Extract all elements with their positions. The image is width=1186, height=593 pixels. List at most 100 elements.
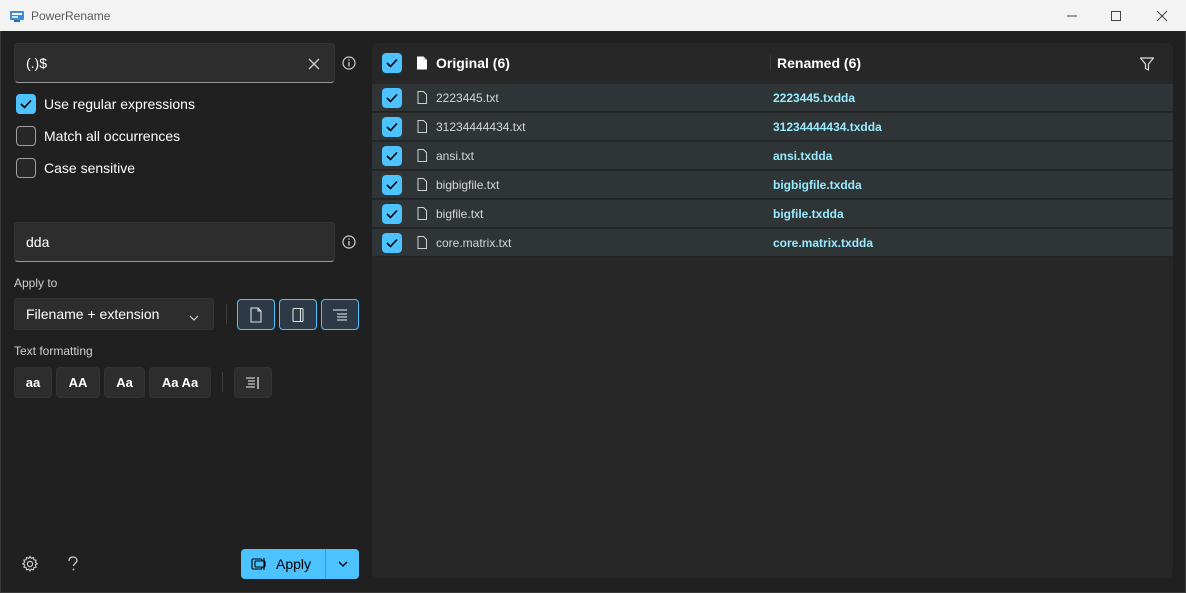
renamed-filename: ansi.txdda [773,149,833,163]
table-row[interactable]: bigbigfile.txt bigbigfile.txdda [372,171,1173,199]
table-row[interactable]: bigfile.txt bigfile.txdda [372,200,1173,228]
exclude-files-toggle[interactable] [237,299,275,330]
original-filename: core.matrix.txt [436,236,512,250]
checkmark-icon [386,209,398,219]
row-checkbox[interactable] [382,233,402,253]
rename-icon [251,558,266,570]
apply-to-dropdown[interactable]: Filename + extension [14,298,214,330]
row-checkbox[interactable] [382,146,402,166]
apply-to-selected: Filename + extension [26,306,160,322]
original-filename: bigfile.txt [436,207,484,221]
lowercase-button[interactable]: aa [14,367,52,398]
enumerate-items-button[interactable] [234,367,272,398]
original-filename: 31234444434.txt [436,120,526,134]
close-icon [1156,10,1168,21]
use-regex-label: Use regular expressions [44,96,195,112]
close-window-button[interactable] [1139,0,1185,31]
subfolder-items-icon [333,308,347,321]
separator [222,372,223,392]
match-all-label: Match all occurrences [44,128,181,144]
table-row[interactable]: core.matrix.txt core.matrix.txdda [372,229,1173,257]
file-icon [417,178,427,194]
case-sensitive-option[interactable]: Case sensitive [16,158,135,178]
file-icon [417,120,427,136]
column-separator [770,55,771,71]
separator [226,304,227,324]
original-filename: ansi.txt [436,149,475,163]
apply-to-label: Apply to [14,276,58,290]
match-all-option[interactable]: Match all occurrences [16,126,180,146]
text-formatting-label: Text formatting [14,344,93,358]
row-checkbox[interactable] [382,204,402,224]
checkmark-icon [386,238,398,248]
renamed-column-header[interactable]: Renamed (6) [777,55,861,71]
checkmark-icon [386,151,398,161]
checkmark-icon [386,180,398,190]
apply-label: Apply [276,556,312,572]
list-header: Original (6) Renamed (6) [372,43,1173,83]
file-icon [417,149,427,165]
renamed-filename: 2223445.txdda [773,91,856,105]
table-row[interactable]: 2223445.txt 2223445.txdda [372,84,1173,112]
original-column-header[interactable]: Original (6) [436,55,510,71]
case-sensitive-label: Case sensitive [44,160,136,176]
title-bar: PowerRename [0,0,1186,31]
help-button[interactable] [63,554,83,574]
checkmark-icon [386,58,398,68]
search-input[interactable]: (.)$ [14,43,335,83]
row-checkbox[interactable] [382,88,402,108]
apply-split-button[interactable]: Apply [241,549,359,579]
chevron-down-icon [189,309,199,325]
capitalize-each-word-button[interactable]: Aa Aa [149,367,211,398]
filter-icon[interactable] [1139,56,1155,75]
minimize-button[interactable] [1049,0,1095,31]
file-list-panel: Original (6) Renamed (6) 2223445.txt 222… [372,43,1173,578]
uppercase-button[interactable]: AA [56,367,100,398]
file-icon [417,91,427,107]
table-row[interactable]: ansi.txt ansi.txdda [372,142,1173,170]
match-all-checkbox[interactable] [16,126,36,146]
chevron-down-icon [338,561,347,567]
checkmark-icon [386,122,398,132]
replace-value: dda [26,234,50,250]
use-regex-checkbox[interactable] [16,94,36,114]
minimize-icon [1067,15,1077,16]
enumerate-icon [246,376,259,389]
search-value: (.)$ [26,55,47,71]
title-case-button[interactable]: Aa [104,367,145,398]
original-filename: 2223445.txt [436,91,499,105]
window-title: PowerRename [31,8,111,23]
renamed-filename: 31234444434.txdda [773,120,882,134]
file-icon [250,306,262,323]
renamed-filename: bigfile.txdda [773,207,844,221]
checkmark-icon [386,93,398,103]
row-checkbox[interactable] [382,175,402,195]
replace-input[interactable]: dda [14,222,335,262]
gear-icon [21,555,39,572]
row-checkbox[interactable] [382,117,402,137]
renamed-filename: bigbigfile.txdda [773,178,862,192]
apply-options-dropdown[interactable] [326,549,359,579]
powerrename-app-icon [9,8,25,24]
checkmark-icon [20,99,32,109]
replace-info-icon[interactable] [342,235,356,249]
maximize-icon [1111,10,1121,21]
clear-search-icon[interactable] [308,57,320,70]
use-regex-option[interactable]: Use regular expressions [16,94,195,114]
case-sensitive-checkbox[interactable] [16,158,36,178]
search-info-icon[interactable] [342,56,356,70]
file-icon [417,207,427,223]
folder-icon [292,307,304,322]
file-icon [417,236,427,252]
maximize-button[interactable] [1093,0,1139,31]
exclude-subfolders-toggle[interactable] [321,299,359,330]
select-all-checkbox[interactable] [382,53,402,73]
renamed-filename: core.matrix.txdda [773,236,874,250]
settings-button[interactable] [20,554,40,574]
file-icon [416,56,428,73]
question-mark-icon [68,556,78,571]
exclude-folders-toggle[interactable] [279,299,317,330]
table-row[interactable]: 31234444434.txt 31234444434.txdda [372,113,1173,141]
apply-button[interactable]: Apply [241,549,325,579]
main-window: (.)$ Use regular expressions Match all o… [0,31,1186,593]
